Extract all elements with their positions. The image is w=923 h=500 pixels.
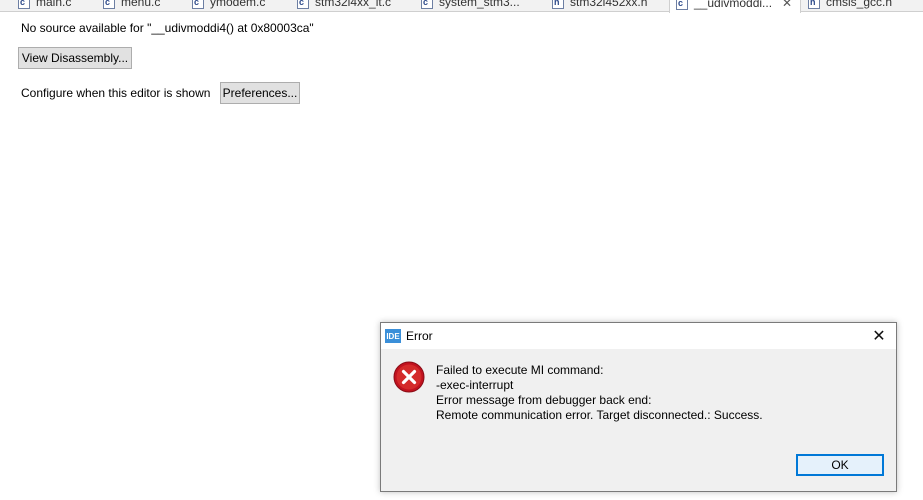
c-file-icon: c (103, 0, 115, 9)
no-source-message: No source available for "__udivmoddi4() … (21, 21, 314, 35)
c-file-icon: c (192, 0, 204, 9)
ide-app-icon: IDE (385, 329, 401, 343)
c-file-icon: c (676, 0, 688, 10)
tab-label: stm32l4xx_it.c (315, 0, 392, 9)
tab-cmsis-gcc-h[interactable]: h cmsis_gcc.h (808, 0, 892, 12)
message-line: Failed to execute MI command: (436, 363, 604, 377)
tab-label: main.c (36, 0, 72, 9)
tab-label: cmsis_gcc.h (826, 0, 893, 9)
tab-stm32l4xx-it-c[interactable]: c stm32l4xx_it.c (297, 0, 391, 12)
editor-tab-strip: c main.c c menu.c c ymodem.c c stm32l4xx… (0, 0, 923, 13)
c-file-icon: c (18, 0, 30, 9)
tab-ymodem-c[interactable]: c ymodem.c (192, 0, 265, 12)
tab-stm32l452xx-h[interactable]: h stm32l452xx.h (552, 0, 647, 12)
tab-label: __udivmoddi... (694, 0, 773, 10)
c-file-icon: c (297, 0, 309, 9)
tab-menu-c[interactable]: c menu.c (103, 0, 160, 12)
dialog-title: Error (406, 329, 433, 343)
tab-label: stm32l452xx.h (570, 0, 648, 9)
ok-button[interactable]: OK (796, 454, 884, 476)
message-line: Remote communication error. Target disco… (436, 408, 763, 422)
configure-label: Configure when this editor is shown (21, 86, 211, 100)
h-file-icon: h (552, 0, 564, 9)
h-file-icon: h (808, 0, 820, 9)
dialog-titlebar[interactable]: IDE Error ✕ (381, 323, 896, 349)
close-icon[interactable]: ✕ (870, 326, 888, 346)
tab-label: system_stm3... (439, 0, 520, 9)
close-tab-icon[interactable]: ✕ (782, 0, 792, 10)
tab-label: ymodem.c (210, 0, 266, 9)
message-line: -exec-interrupt (436, 378, 514, 392)
message-line: Error message from debugger back end: (436, 393, 652, 407)
view-disassembly-button[interactable]: View Disassembly... (18, 47, 132, 69)
preferences-button[interactable]: Preferences... (220, 82, 300, 104)
c-file-icon: c (421, 0, 433, 9)
tab-label: menu.c (121, 0, 161, 9)
error-icon (393, 361, 425, 393)
tab-main-c[interactable]: c main.c (18, 0, 71, 12)
error-message: Failed to execute MI command: -exec-inte… (436, 363, 763, 423)
tab-system-stm3[interactable]: c system_stm3... (421, 0, 520, 12)
error-dialog: IDE Error ✕ Failed to execute MI command… (380, 322, 897, 492)
